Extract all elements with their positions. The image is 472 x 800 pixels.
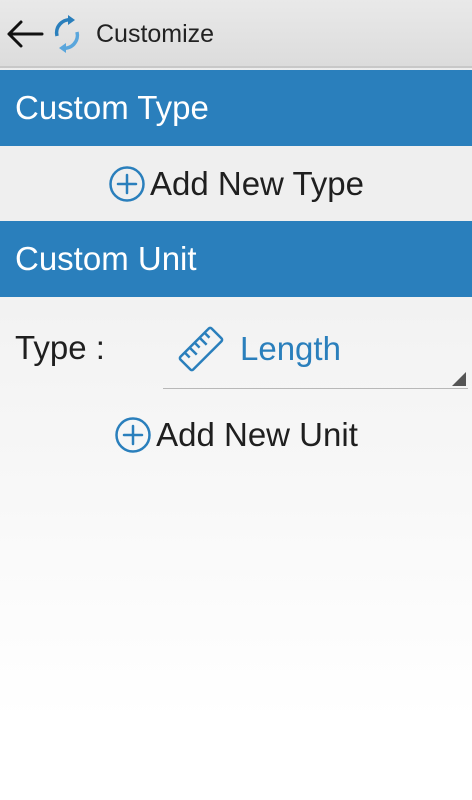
custom-unit-header: Custom Unit: [0, 221, 472, 297]
ruler-icon: [178, 326, 224, 372]
refresh-arrows-icon: [54, 15, 80, 53]
custom-type-header: Custom Type: [0, 70, 472, 146]
type-spinner[interactable]: Length: [163, 313, 468, 389]
type-spinner-value: Length: [240, 330, 341, 367]
type-label: Type :: [15, 329, 105, 366]
screen-title: Customize: [96, 20, 215, 48]
plus-circle-icon: [115, 417, 151, 453]
back-arrow-icon[interactable]: [4, 16, 44, 52]
add-new-unit-label: Add New Unit: [156, 416, 358, 453]
add-new-type-label: Add New Type: [149, 164, 365, 202]
add-new-type-button[interactable]: Add New Type: [0, 146, 472, 221]
spinner-dropdown-indicator-icon: [452, 372, 466, 386]
action-bar: Customize: [0, 0, 472, 68]
plus-circle-icon: [109, 165, 145, 202]
add-new-unit-button[interactable]: Add New Unit: [0, 404, 472, 466]
